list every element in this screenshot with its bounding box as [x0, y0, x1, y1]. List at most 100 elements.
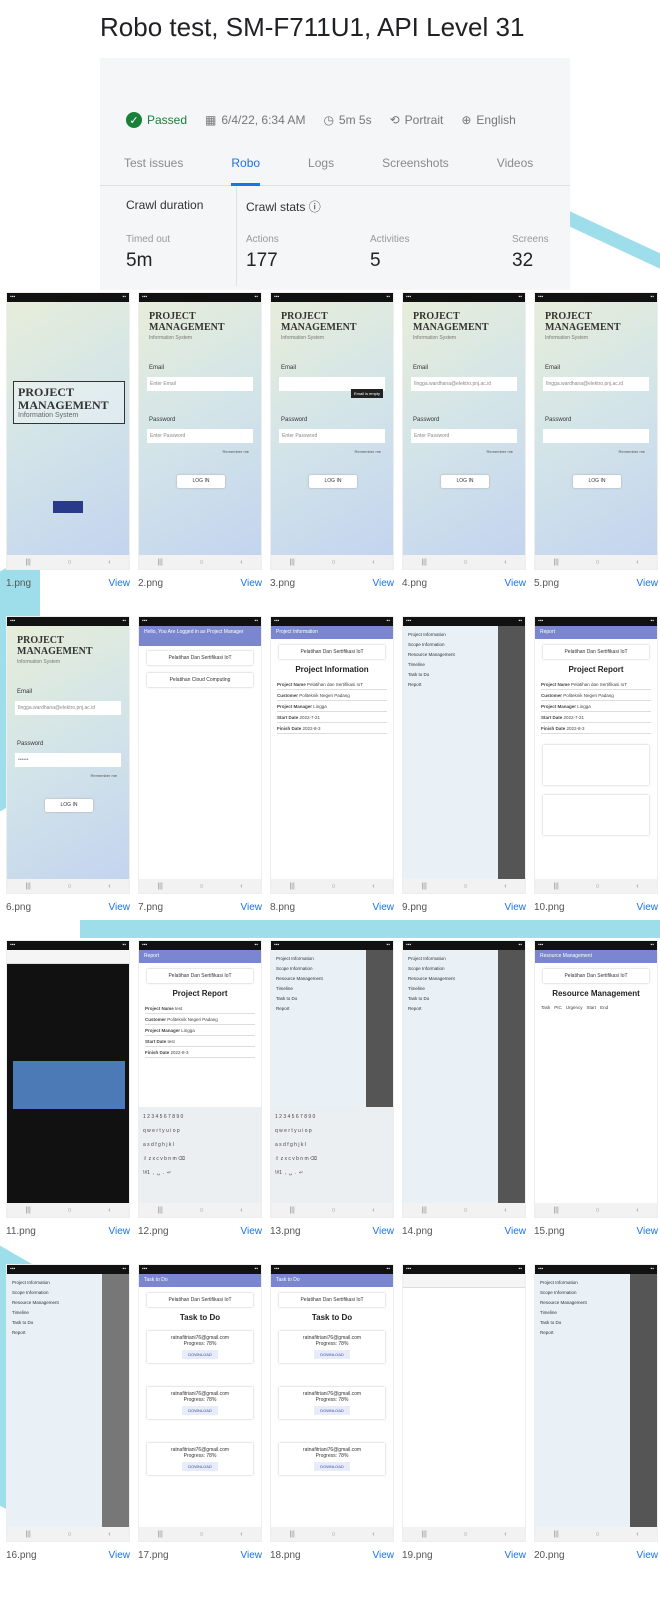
menu-item[interactable]: Scope Information — [408, 964, 493, 974]
screenshot-thumb[interactable]: ▪▪▪ ▪▪ Project Information Scope Informatio… — [270, 940, 394, 1218]
download-button[interactable]: DOWNLOAD — [182, 1462, 218, 1471]
screenshot-card[interactable]: ▪▪▪ ▪▪ Project Information Scope Informatio… — [402, 940, 526, 1260]
screenshot-card[interactable]: ▪▪▪ ▪▪ ||| ○ ‹ 11.png View — [6, 940, 130, 1260]
screenshot-card[interactable]: ▪▪▪ ▪▪ PROJECT MANAGEMENT Information System… — [138, 292, 262, 612]
menu-item[interactable]: Scope Information — [408, 640, 493, 650]
password-field[interactable]: Enter Password — [147, 429, 253, 443]
login-button[interactable]: LOG IN — [441, 475, 489, 488]
menu-item[interactable]: Task to Do — [408, 670, 493, 680]
screenshot-card[interactable]: ▪▪▪ ▪▪ ||| ○ ‹ 19.png View — [402, 1264, 526, 1584]
screenshot-thumb[interactable]: ▪▪▪ ▪▪ Task to Do Pelatihan Dan Sertifikasi… — [270, 1264, 394, 1542]
menu-item[interactable]: Report — [540, 1328, 625, 1338]
onscreen-keyboard[interactable]: 1 2 3 4 5 6 7 8 9 0 q w e r t y u i o p … — [139, 1107, 261, 1203]
screenshot-card[interactable]: ▪▪▪ ▪▪ Project Information Scope Informatio… — [402, 616, 526, 936]
view-link[interactable]: View — [373, 1226, 395, 1237]
screenshot-thumb[interactable]: ▪▪▪ ▪▪ Project Information Scope Informatio… — [6, 1264, 130, 1542]
report-attachment[interactable] — [543, 795, 649, 835]
screenshot-thumb[interactable]: ▪▪▪ ▪▪ Project Information Pelatihan Dan Se… — [270, 616, 394, 894]
screenshot-card[interactable]: ▪▪▪ ▪▪ Report Pelatihan Dan Sertifikasi IoT… — [138, 940, 262, 1260]
screenshot-thumb[interactable]: ▪▪▪ ▪▪ ||| ○ ‹ — [6, 940, 130, 1218]
menu-item[interactable]: Task to Do — [12, 1318, 97, 1328]
menu-item[interactable]: Resource Management — [540, 1298, 625, 1308]
meeting-video[interactable] — [13, 1061, 125, 1109]
view-link[interactable]: View — [373, 1550, 395, 1561]
email-field[interactable]: Enter Email — [147, 377, 253, 391]
info-icon[interactable]: ⓘ — [309, 200, 321, 214]
login-button[interactable]: LOG IN — [309, 475, 357, 488]
tab-robo[interactable]: Robo — [207, 142, 284, 186]
menu-item[interactable]: Project Information — [408, 630, 493, 640]
menu-item[interactable]: Resource Management — [408, 650, 493, 660]
browser-address-bar[interactable] — [403, 1274, 525, 1288]
menu-item[interactable]: Task to Do — [276, 994, 361, 1004]
login-button[interactable]: LOG IN — [177, 475, 225, 488]
download-button[interactable]: DOWNLOAD — [314, 1406, 350, 1415]
view-link[interactable]: View — [505, 1550, 527, 1561]
remember-toggle[interactable]: Remember me — [91, 773, 117, 778]
screenshot-card[interactable]: ▪▪▪ ▪▪ Task to Do Pelatihan Dan Sertifikasi… — [270, 1264, 394, 1584]
project-card[interactable]: Pelatihan Cloud Computing — [147, 673, 253, 687]
view-link[interactable]: View — [241, 902, 263, 913]
screenshot-card[interactable]: ▪▪▪ ▪▪ Project Information Pelatihan Dan Se… — [270, 616, 394, 936]
screenshot-card[interactable]: ▪▪▪ ▪▪ Project Information Scope Informatio… — [6, 1264, 130, 1584]
view-link[interactable]: View — [637, 902, 659, 913]
menu-item[interactable]: Timeline — [12, 1308, 97, 1318]
menu-item[interactable]: Timeline — [540, 1308, 625, 1318]
menu-item[interactable]: Timeline — [408, 660, 493, 670]
view-link[interactable]: View — [241, 1550, 263, 1561]
drawer-scrim[interactable] — [102, 1274, 129, 1527]
screenshot-card[interactable]: ▪▪▪ ▪▪ PROJECT MANAGEMENT Information System… — [402, 292, 526, 612]
screenshot-card[interactable]: ▪▪▪ ▪▪ Resource Management Pelatihan Dan Se… — [534, 940, 658, 1260]
view-link[interactable]: View — [373, 578, 395, 589]
screenshot-thumb[interactable]: ▪▪▪ ▪▪ Resource Management Pelatihan Dan Se… — [534, 940, 658, 1218]
menu-item[interactable]: Project Information — [408, 954, 493, 964]
menu-item[interactable]: Scope Information — [540, 1288, 625, 1298]
view-link[interactable]: View — [637, 1226, 659, 1237]
screenshot-card[interactable]: ▪▪▪ ▪▪ PROJECT MANAGEMENT Information System… — [6, 292, 130, 612]
menu-item[interactable]: Timeline — [276, 984, 361, 994]
screenshot-thumb[interactable]: ▪▪▪ ▪▪ PROJECT MANAGEMENT Information System… — [138, 292, 262, 570]
screenshot-thumb[interactable]: ▪▪▪ ▪▪ Project Information Scope Informatio… — [402, 940, 526, 1218]
remember-toggle[interactable]: Remember me — [487, 449, 513, 454]
view-link[interactable]: View — [637, 1550, 659, 1561]
view-link[interactable]: View — [241, 578, 263, 589]
project-card[interactable]: Pelatihan Dan Sertifikasi IoT — [147, 651, 253, 665]
view-link[interactable]: View — [637, 578, 659, 589]
screenshot-thumb[interactable]: ▪▪▪ ▪▪ Report Pelatihan Dan Sertifikasi IoT… — [138, 940, 262, 1218]
menu-item[interactable]: Report — [276, 1004, 361, 1014]
view-link[interactable]: View — [505, 902, 527, 913]
menu-item[interactable]: Report — [408, 680, 493, 690]
screenshot-thumb[interactable]: ▪▪▪ ▪▪ Hello, You Are Logged in as Project… — [138, 616, 262, 894]
menu-item[interactable]: Project Information — [276, 954, 361, 964]
menu-item[interactable]: Timeline — [408, 984, 493, 994]
view-link[interactable]: View — [373, 902, 395, 913]
password-field[interactable]: Enter Password — [279, 429, 385, 443]
menu-item[interactable]: Resource Management — [12, 1298, 97, 1308]
screenshot-card[interactable]: ▪▪▪ ▪▪ Project Information Scope Informatio… — [534, 1264, 658, 1584]
menu-item[interactable]: Project Information — [12, 1278, 97, 1288]
remember-toggle[interactable]: Remember me — [223, 449, 249, 454]
screenshot-card[interactable]: ▪▪▪ ▪▪ PROJECT MANAGEMENT Information System… — [534, 292, 658, 612]
screenshot-thumb[interactable]: ▪▪▪ ▪▪ ||| ○ ‹ — [402, 1264, 526, 1542]
login-button[interactable]: LOG IN — [573, 475, 621, 488]
menu-item[interactable]: Scope Information — [276, 964, 361, 974]
download-button[interactable]: DOWNLOAD — [314, 1350, 350, 1359]
screenshot-thumb[interactable]: ▪▪▪ ▪▪ Project Information Scope Informatio… — [402, 616, 526, 894]
view-link[interactable]: View — [109, 1226, 131, 1237]
download-button[interactable]: DOWNLOAD — [182, 1406, 218, 1415]
screenshot-thumb[interactable]: ▪▪▪ ▪▪ PROJECT MANAGEMENT Information System… — [534, 292, 658, 570]
download-button[interactable]: DOWNLOAD — [314, 1462, 350, 1471]
email-field[interactable]: Ilngga.wardhana@elektro.pnj.ac.id — [543, 377, 649, 391]
screenshot-card[interactable]: ▪▪▪ ▪▪ Hello, You Are Logged in as Project… — [138, 616, 262, 936]
email-field[interactable]: Ilngga.wardhana@elektro.pnj.ac.id — [15, 701, 121, 715]
onscreen-keyboard[interactable]: 1 2 3 4 5 6 7 8 9 0 q w e r t y u i o p … — [271, 1107, 393, 1203]
report-form[interactable]: Project Name test Customer Politeknik Neg… — [145, 1003, 255, 1058]
menu-item[interactable]: Task to Do — [408, 994, 493, 1004]
screenshot-card[interactable]: ▪▪▪ ▪▪ PROJECT MANAGEMENT Information System… — [6, 616, 130, 936]
remember-toggle[interactable]: Remember me — [355, 449, 381, 454]
screenshot-thumb[interactable]: ▪▪▪ ▪▪ Project Information Scope Informatio… — [534, 1264, 658, 1542]
drawer-scrim[interactable] — [498, 950, 525, 1203]
menu-item[interactable]: Project Information — [540, 1278, 625, 1288]
password-field[interactable]: •••••• — [15, 753, 121, 767]
screenshot-card[interactable]: ▪▪▪ ▪▪ Report Pelatihan Dan Sertifikasi IoT… — [534, 616, 658, 936]
